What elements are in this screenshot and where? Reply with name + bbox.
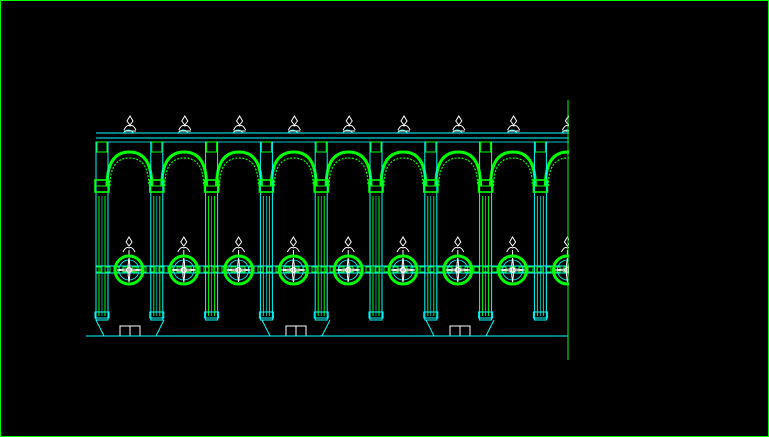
fence-elevation-drawing — [86, 100, 636, 360]
medallion-petal-horizontal — [445, 268, 470, 272]
arch-outer — [215, 150, 263, 187]
medallion-finial-spear — [619, 237, 625, 246]
medallion-petal-horizontal — [610, 269, 634, 271]
top-finial-leaf — [617, 126, 629, 131]
top-finial-spear — [400, 115, 408, 126]
arch-outer — [434, 150, 483, 187]
top-finial-spear — [620, 116, 626, 125]
top-finial-leaf — [287, 125, 301, 131]
rail-bead — [437, 266, 444, 273]
post-capital — [588, 180, 602, 192]
medallion-finial-spear — [508, 236, 517, 247]
arch-inner — [438, 157, 479, 187]
rail-bead — [311, 266, 318, 273]
medallion-petal-vertical — [456, 257, 460, 283]
medallion-finial-spear — [344, 236, 352, 247]
arch-inner — [219, 157, 259, 187]
medallion-center — [290, 267, 297, 273]
rail-bead — [320, 266, 327, 273]
medallion-petal-vertical — [511, 257, 515, 283]
top-finial-spear — [509, 115, 518, 126]
post-outline — [589, 142, 601, 320]
top-finial-leaf — [123, 125, 137, 131]
fence-group — [86, 115, 636, 337]
arch-outer — [269, 150, 318, 187]
arch-outer — [324, 150, 373, 187]
cad-viewport[interactable] — [0, 0, 769, 437]
top-finial-leaf — [507, 125, 521, 131]
top-finial-spear — [126, 115, 134, 126]
medallion-finial-spear — [289, 236, 298, 247]
medallion-center — [126, 267, 132, 273]
arch-inner — [493, 157, 533, 187]
medallion-finial-leaf — [616, 248, 628, 253]
medallion-petal-vertical — [621, 258, 623, 282]
top-finial-leaf — [233, 125, 247, 131]
medallion-petal-horizontal — [555, 268, 569, 272]
top-finial-spear — [181, 115, 189, 126]
medallion-inner-ring — [392, 259, 414, 281]
medallion-center — [620, 268, 625, 273]
medallion-finial-spear — [563, 236, 569, 247]
medallion-petal-vertical — [237, 257, 241, 283]
medallion-petal-vertical — [291, 257, 295, 283]
rail-bead — [491, 266, 498, 273]
post-top-block — [151, 141, 163, 153]
post-top-block — [206, 141, 218, 153]
arch-outer — [379, 150, 428, 187]
arch-inner — [164, 157, 205, 187]
post-top-block — [260, 141, 272, 153]
top-finial-spear — [345, 115, 353, 126]
medallion-petal-horizontal — [171, 268, 196, 272]
top-finial-leaf — [178, 125, 192, 131]
post-top-block — [96, 141, 108, 153]
medallion-inner-ring — [282, 259, 304, 281]
post-top-block — [534, 141, 546, 153]
rail-bead — [419, 266, 426, 273]
rail-bead — [428, 266, 435, 273]
post-top-block — [425, 141, 437, 153]
post-top-block — [315, 141, 327, 153]
top-finial-leaf — [452, 125, 466, 131]
arch-inner — [109, 157, 150, 187]
post-top-block — [590, 142, 600, 152]
medallion-finial-spear — [234, 236, 243, 247]
medallion-petal-vertical — [182, 257, 186, 283]
arch-inner — [383, 157, 424, 187]
arch-outer — [105, 150, 154, 187]
top-finial-spear — [455, 115, 463, 126]
top-finial-spear — [290, 115, 299, 126]
medallion-inner-ring — [118, 259, 140, 281]
post-base — [588, 312, 602, 318]
post-top-block — [480, 141, 492, 153]
top-finial-spear — [235, 115, 244, 126]
medallion-finial-spear — [399, 236, 407, 247]
medallion-petal-horizontal — [500, 268, 525, 272]
arch-outer — [160, 150, 209, 187]
arch-outer — [489, 150, 537, 187]
rail-bead — [473, 266, 480, 273]
arch-inner — [328, 157, 369, 187]
medallion-finial-spear — [180, 236, 188, 247]
rail-bead — [527, 266, 534, 273]
medallion-finial-spear — [454, 236, 462, 247]
medallion-petal-vertical — [127, 257, 131, 283]
top-finial-leaf — [397, 125, 411, 131]
post-top-block — [370, 141, 382, 153]
medallion-petal-horizontal — [226, 268, 251, 272]
medallion-finial-spear — [125, 236, 133, 247]
arch-inner — [273, 157, 314, 187]
medallion-inner-ring — [228, 259, 250, 281]
top-finial-leaf — [342, 125, 356, 131]
medallion-inner-ring — [612, 260, 632, 280]
medallion-ring — [608, 256, 636, 284]
medallion-petal-vertical — [401, 257, 405, 283]
